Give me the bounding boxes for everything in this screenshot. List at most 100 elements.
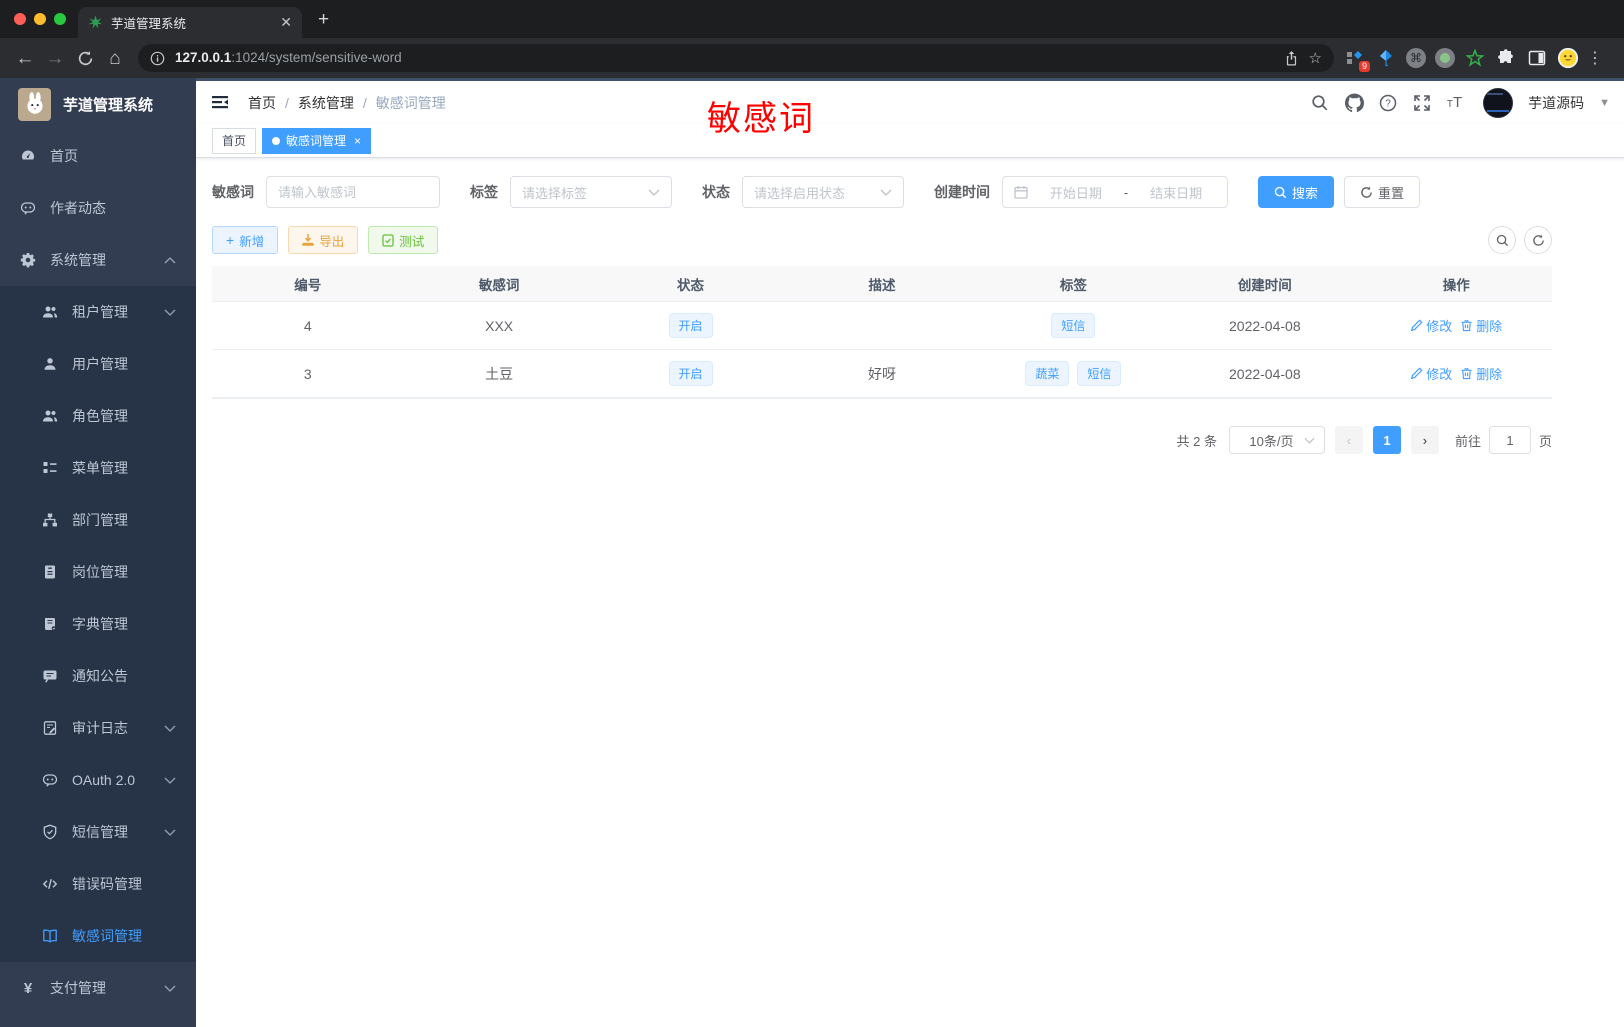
filter-date-range[interactable]: 开始日期 - 结束日期 [1002, 176, 1228, 208]
back-button[interactable]: ← [10, 49, 40, 68]
tab-close-icon[interactable]: ✕ [280, 14, 292, 31]
home-button[interactable]: ⌂ [100, 49, 130, 68]
url-host: 127.0.0.1 [175, 50, 232, 65]
github-icon[interactable] [1344, 93, 1364, 112]
sidebar-item-oauth[interactable]: OAuth 2.0 [0, 754, 196, 806]
zoom-window-button[interactable] [54, 13, 66, 25]
delete-link[interactable]: 删除 [1460, 316, 1502, 335]
url-path: :1024/system/sensitive-word [231, 50, 402, 65]
test-button[interactable]: 测试 [368, 226, 439, 254]
edit-link[interactable]: 修改 [1410, 316, 1452, 335]
page-size-select[interactable]: 10条/页 [1228, 426, 1325, 454]
date-start-placeholder: 开始日期 [1049, 185, 1102, 201]
search-button[interactable]: 搜索 [1258, 176, 1335, 208]
header-search-icon[interactable] [1311, 93, 1330, 112]
sidebar-item-audit[interactable]: 审计日志 [0, 702, 196, 754]
table-header-row: 编号 敏感词 状态 描述 标签 创建时间 操作 [212, 266, 1552, 302]
share-icon[interactable] [1284, 50, 1299, 66]
filter-status-select[interactable]: 请选择启用状态 [742, 176, 904, 208]
plus-icon: + [226, 232, 235, 248]
sidebar-item-notice[interactable]: 通知公告 [0, 650, 196, 702]
tab-sensitive-word[interactable]: 敏感词管理 × [262, 127, 372, 154]
chevron-down-icon [164, 309, 176, 316]
edit-link[interactable]: 修改 [1410, 364, 1452, 383]
export-button[interactable]: 导出 [288, 226, 359, 254]
browser-toolbar: ← → ⌂ 127.0.0.1:1024/system/sensitive-wo… [0, 38, 1624, 78]
browser-tab[interactable]: 芋道管理系统 ✕ [78, 7, 302, 38]
browser-tabstrip: 芋道管理系统 ✕ + [0, 0, 1624, 38]
sidebar-item-menu[interactable]: 菜单管理 [0, 442, 196, 494]
sidebar-item-author-feed[interactable]: 作者动态 [0, 182, 196, 234]
sidebar-fold-icon[interactable] [210, 92, 232, 114]
tags-view-bar: 首页 敏感词管理 × [196, 124, 1624, 158]
sidebar-item-user[interactable]: 用户管理 [0, 338, 196, 390]
sidebar-item-role[interactable]: 角色管理 [0, 390, 196, 442]
column-header: 敏感词 [478, 277, 520, 293]
page-number-1[interactable]: 1 [1372, 426, 1401, 454]
prev-page-button[interactable]: ‹ [1334, 426, 1363, 454]
extension-grid-icon[interactable]: 9 [1344, 47, 1370, 72]
close-window-button[interactable] [14, 13, 26, 25]
extensions-puzzle-icon[interactable] [1495, 47, 1517, 69]
main-area: 首页 / 系统管理 / 敏感词管理 ? TT 芋道源码 ▼ 首页 敏感词管理 ×… [196, 78, 1624, 1027]
extension-dot-icon[interactable] [1435, 48, 1455, 68]
reload-button[interactable] [70, 50, 100, 67]
sidebar-item-tenant[interactable]: 租户管理 [0, 286, 196, 338]
site-info-icon[interactable] [150, 51, 165, 66]
extension-star-icon[interactable] [1464, 47, 1486, 69]
profile-avatar[interactable] [1557, 47, 1579, 69]
search-icon [1496, 234, 1508, 246]
breadcrumb-system[interactable]: 系统管理 [298, 93, 354, 113]
user-icon [42, 356, 58, 372]
help-icon[interactable]: ? [1379, 93, 1398, 112]
user-caret-down-icon[interactable]: ▼ [1599, 97, 1610, 109]
face-chat-icon [20, 200, 36, 216]
filter-word-input[interactable] [266, 176, 440, 208]
chevron-down-icon [648, 189, 660, 196]
bookmark-star-icon[interactable]: ☆ [1309, 49, 1322, 67]
chevron-down-icon [164, 777, 176, 784]
navbar: 首页 / 系统管理 / 敏感词管理 ? TT 芋道源码 ▼ [196, 78, 1624, 124]
tab-home[interactable]: 首页 [212, 127, 257, 154]
sidebar-item-home[interactable]: 首页 [0, 130, 196, 182]
toggle-search-button[interactable] [1488, 226, 1516, 254]
sidebar-item-dict[interactable]: 字典管理 [0, 598, 196, 650]
reset-button[interactable]: 重置 [1344, 176, 1421, 208]
font-size-icon[interactable]: TT [1447, 94, 1462, 111]
sidebar-item-errcode[interactable]: 错误码管理 [0, 858, 196, 910]
refresh-table-button[interactable] [1524, 226, 1552, 254]
extension-badge: 9 [1358, 61, 1370, 72]
tab-close-icon[interactable]: × [354, 134, 361, 148]
date-end-placeholder: 结束日期 [1150, 185, 1203, 201]
goto-page-input[interactable] [1488, 426, 1531, 454]
user-avatar[interactable] [1483, 87, 1514, 118]
cell-word: 土豆 [485, 365, 514, 382]
breadcrumb-home[interactable]: 首页 [248, 93, 276, 113]
fullscreen-icon[interactable] [1413, 93, 1432, 112]
traffic-lights [14, 13, 66, 25]
minimize-window-button[interactable] [34, 13, 46, 25]
add-button[interactable]: + 新增 [212, 226, 279, 254]
extension-kite-icon[interactable] [1375, 47, 1397, 69]
address-bar[interactable]: 127.0.0.1:1024/system/sensitive-word ☆ [138, 44, 1334, 72]
tree-list-icon [42, 460, 58, 476]
edit-icon [1410, 367, 1423, 380]
forward-button[interactable]: → [40, 49, 70, 68]
browser-menu-icon[interactable]: ⋮ [1587, 48, 1603, 68]
extension-command-icon[interactable]: ⌘ [1406, 48, 1426, 68]
sidebar-item-pay[interactable]: ¥ 支付管理 [0, 962, 196, 1014]
sidebar-item-system[interactable]: 系统管理 [0, 234, 196, 286]
sidebar-item-sensitive[interactable]: 敏感词管理 [0, 910, 196, 962]
side-panel-icon[interactable] [1526, 47, 1548, 69]
delete-link[interactable]: 删除 [1460, 364, 1502, 383]
next-page-button[interactable]: › [1410, 426, 1439, 454]
sidebar-item-post[interactable]: 岗位管理 [0, 546, 196, 598]
filter-tag-select[interactable]: 请选择标签 [510, 176, 672, 208]
new-tab-button[interactable]: + [318, 9, 329, 31]
test-doc-icon [382, 233, 394, 247]
tag-chip: 短信 [1077, 361, 1122, 386]
app-logo[interactable]: 芋道管理系统 [0, 78, 196, 130]
sidebar-item-sms[interactable]: 短信管理 [0, 806, 196, 858]
filter-created-label: 创建时间 [934, 184, 990, 200]
sidebar-item-dept[interactable]: 部门管理 [0, 494, 196, 546]
